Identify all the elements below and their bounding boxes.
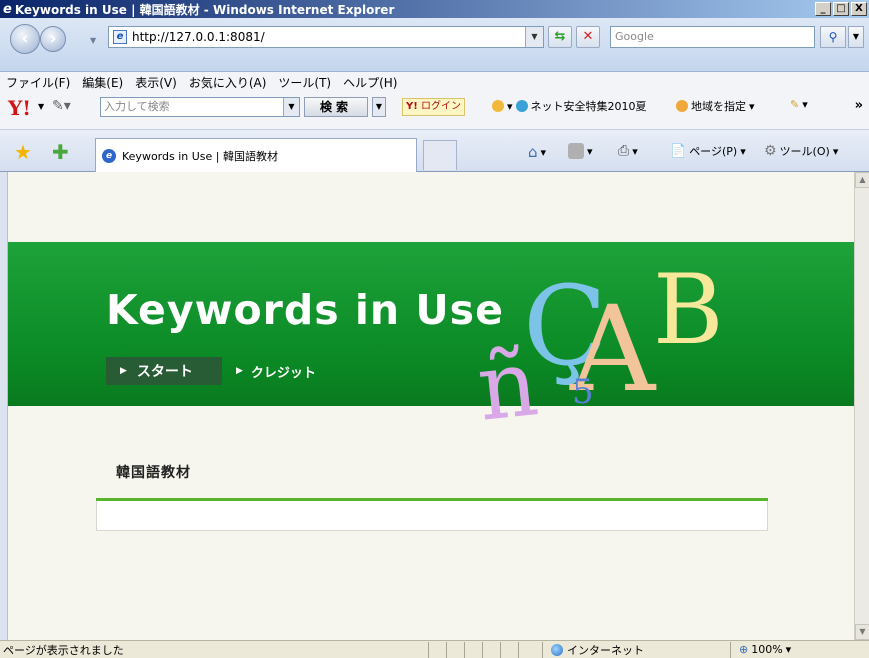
- ie-logo-icon: e: [3, 1, 12, 17]
- zoom-icon: ⊕: [739, 643, 749, 656]
- letter-5-logo: 5: [572, 372, 594, 412]
- rss-icon: [568, 143, 584, 159]
- yahoo-search-button[interactable]: 検索: [304, 97, 368, 117]
- section-content-box: [96, 501, 768, 531]
- globe-icon: [551, 643, 563, 656]
- add-favorites-icon[interactable]: ✚: [52, 140, 69, 164]
- gear-icon: ⚙: [764, 143, 777, 159]
- region-icon: [676, 100, 688, 112]
- new-tab-button[interactable]: [423, 140, 457, 170]
- nav-credit-label: クレジット: [250, 365, 316, 381]
- maximize-button[interactable]: □: [833, 2, 849, 16]
- favorites-star-icon[interactable]: ★: [14, 140, 32, 164]
- tab-keywords-in-use[interactable]: e Keywords in Use | 韓国語教材: [95, 138, 417, 172]
- menu-bar: ファイル(F) 編集(E) 表示(V) お気に入り(A) ツール(T) ヘルプ(…: [0, 72, 869, 92]
- yahoo-toolbar: Y! ▼ ✎▾ 入力して検索 ▼ 検索 ▼ Y! ログイン ▾ ネット安全特集2…: [0, 92, 869, 130]
- feeds-button[interactable]: ▾: [568, 143, 593, 159]
- menu-tools[interactable]: ツール(T): [278, 74, 331, 91]
- status-message: ページが表示されました: [3, 643, 124, 657]
- safety-label: ネット安全特集2010夏: [530, 100, 647, 113]
- menu-edit[interactable]: 編集(E): [82, 74, 123, 91]
- status-cell: [446, 641, 464, 658]
- yahoo-login-button[interactable]: Y! ログイン: [402, 98, 465, 116]
- home-button[interactable]: ⌂ ▾: [528, 143, 546, 161]
- search-go-button[interactable]: ⚲: [820, 26, 846, 48]
- window-title: Keywords in Use | 韓国語教材 - Windows Intern…: [14, 2, 395, 17]
- region-selector[interactable]: 地域を指定 ▾: [676, 98, 755, 114]
- menu-file[interactable]: ファイル(F): [6, 74, 70, 91]
- status-bar: ページが表示されました インターネット ⊕ 100% ▾: [0, 640, 869, 658]
- yahoo-search-dropdown-icon[interactable]: ▼: [283, 98, 299, 116]
- address-url: http://127.0.0.1:8081/: [132, 30, 265, 44]
- status-cell: [500, 641, 518, 658]
- section-title: 韓国語教材: [116, 465, 191, 481]
- safety-icon: [515, 100, 528, 112]
- address-toolbar: ‹ › ▼ e http://127.0.0.1:8081/ ▼ ⇆ ✕ Goo…: [0, 18, 869, 72]
- address-dropdown-icon[interactable]: ▼: [525, 27, 543, 47]
- ie-tab-icon: e: [102, 148, 116, 163]
- nav-credit-link[interactable]: ▶ クレジット: [236, 357, 316, 385]
- letter-beta-logo: B: [653, 254, 724, 366]
- scroll-up-icon[interactable]: ▲: [855, 172, 869, 188]
- zoom-label: 100%: [751, 643, 783, 656]
- close-button[interactable]: X: [851, 2, 867, 16]
- print-button[interactable]: ⎙ ▾: [618, 143, 638, 159]
- triangle-icon: ▶: [120, 366, 127, 376]
- forward-button[interactable]: ›: [40, 26, 66, 52]
- scroll-down-icon[interactable]: ▼: [855, 624, 869, 640]
- nav-start-label: スタート: [136, 364, 193, 380]
- status-cell: [482, 641, 500, 658]
- stop-button[interactable]: ✕: [576, 26, 600, 48]
- tab-bar: ★ ✚ e Keywords in Use | 韓国語教材 ⌂ ▾ ▾ ⎙ ▾ 📄 …: [0, 130, 869, 172]
- region-label: 地域を指定: [691, 100, 746, 113]
- left-frame-border: [0, 172, 8, 640]
- zone-label: インターネット: [567, 643, 644, 657]
- printer-icon: ⎙: [618, 143, 630, 159]
- home-icon: ⌂: [528, 143, 538, 161]
- menu-help[interactable]: ヘルプ(H): [343, 74, 397, 91]
- zoom-control[interactable]: ⊕ 100% ▾: [730, 641, 810, 658]
- pencil-icon[interactable]: ✎▾: [52, 98, 71, 114]
- refresh-button[interactable]: ⇆: [548, 26, 572, 48]
- yahoo-search-button-dropdown-icon[interactable]: ▼: [372, 97, 386, 117]
- nav-start-link[interactable]: ▶ スタート: [106, 357, 222, 385]
- page-menu-button[interactable]: 📄 ページ(P) ▾: [670, 143, 746, 159]
- site-title: Keywords in Use: [106, 286, 504, 334]
- decorative-letters-logo: ñ Ç A B 5: [473, 254, 738, 462]
- page-icon: e: [113, 30, 127, 44]
- page-menu-label: ページ(P): [689, 145, 738, 158]
- status-cell: [464, 641, 482, 658]
- safety-link[interactable]: ▾ ネット安全特集2010夏: [492, 98, 647, 114]
- triangle-icon: ▶: [236, 366, 243, 376]
- vertical-scrollbar[interactable]: ▲ ▼: [854, 172, 869, 640]
- menu-view[interactable]: 表示(V): [135, 74, 177, 91]
- tab-title: Keywords in Use | 韓国語教材: [122, 149, 278, 163]
- toolbar-more-button[interactable]: »: [855, 98, 863, 113]
- pencil-icon: ✎: [790, 98, 800, 111]
- tools-menu-label: ツール(O): [779, 145, 830, 158]
- yahoo-logo[interactable]: Y!: [8, 96, 31, 120]
- history-dropdown-icon[interactable]: ▼: [90, 36, 96, 45]
- search-options-dropdown-icon[interactable]: ▼: [848, 26, 864, 48]
- shield-icon: [492, 100, 504, 112]
- status-cell: [428, 641, 446, 658]
- address-field[interactable]: e http://127.0.0.1:8081/ ▼: [108, 26, 544, 48]
- yahoo-login-label: ログイン: [421, 101, 461, 112]
- tools-menu-button[interactable]: ⚙ ツール(O) ▾: [764, 143, 838, 159]
- pencil-tool-button[interactable]: ✎ ▾: [790, 98, 808, 111]
- back-button[interactable]: ‹: [10, 24, 40, 54]
- yahoo-menu-dropdown-icon[interactable]: ▼: [38, 102, 44, 111]
- yahoo-search-input[interactable]: 入力して検索 ▼: [100, 97, 300, 117]
- status-cell: [518, 641, 536, 658]
- yahoo-search-placeholder: 入力して検索: [104, 100, 170, 113]
- page-content: Keywords in Use ▶ スタート ▶ クレジット ñ Ç A B 5…: [8, 172, 854, 640]
- window-title-bar: e Keywords in Use | 韓国語教材 - Windows Inte…: [0, 0, 869, 18]
- search-input[interactable]: Google: [610, 26, 815, 48]
- page-icon: 📄: [670, 143, 687, 159]
- menu-favorites[interactable]: お気に入り(A): [189, 74, 267, 91]
- minimize-button[interactable]: _: [815, 2, 831, 16]
- security-zone[interactable]: インターネット: [542, 641, 730, 658]
